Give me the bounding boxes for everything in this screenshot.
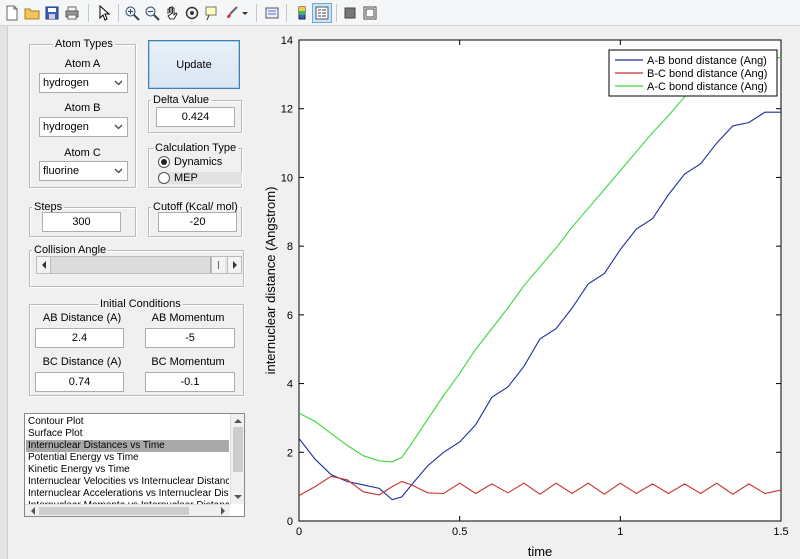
slider-right-arrow-icon[interactable] (227, 257, 241, 273)
y-tick-label: 8 (287, 241, 293, 253)
atom-b-label: Atom B (64, 102, 101, 114)
scroll-right-icon[interactable] (218, 506, 228, 516)
y-tick-label: 12 (281, 104, 293, 116)
y-axis-label: internuclear distance (Angstrom) (263, 187, 278, 375)
x-tick-label: 1.5 (773, 526, 788, 538)
colorbar-icon[interactable] (292, 3, 312, 23)
x-axis-label: time (528, 544, 553, 559)
rotate-icon[interactable] (182, 3, 202, 23)
mep-radio[interactable]: MEP (158, 172, 242, 184)
list-item[interactable]: Internuclear Accelerations vs Internucle… (26, 488, 229, 500)
scroll-left-icon[interactable] (27, 506, 37, 516)
update-button[interactable]: Update (148, 40, 240, 89)
bc-distance-label: BC Distance (A) (42, 356, 122, 368)
chevron-down-icon[interactable] (110, 74, 127, 92)
save-icon[interactable] (42, 3, 62, 23)
open-folder-icon[interactable] (22, 3, 42, 23)
dynamics-radio[interactable]: Dynamics (158, 156, 222, 168)
legend-entry-1: A-B bond distance (Ang) (647, 55, 767, 67)
atom-types-legend: Atom Types (55, 38, 113, 50)
dynamics-radio-label: Dynamics (174, 156, 223, 168)
brush-icon[interactable] (222, 3, 242, 23)
slider-track-end[interactable] (211, 257, 225, 273)
collision-angle-legend: Collision Angle (34, 244, 107, 256)
legend-box[interactable] (608, 49, 778, 97)
data-cursor-icon[interactable] (202, 3, 222, 23)
legend-entry-3: A-C bond distance (Ang) (647, 81, 767, 93)
side-strip (0, 26, 8, 559)
series-line-3 (298, 56, 782, 463)
list-item[interactable]: Contour Plot (26, 416, 229, 428)
list-item[interactable]: Surface Plot (26, 428, 229, 440)
pan-icon[interactable] (162, 3, 182, 23)
plot-axes-box (298, 39, 782, 522)
radio-selected-icon[interactable] (158, 156, 170, 168)
scroll-up-icon[interactable] (233, 415, 243, 425)
y-tick-label: 6 (287, 310, 293, 322)
ab-momentum-label: AB Momentum (151, 312, 225, 324)
atom-a-label: Atom A (64, 58, 101, 70)
atom-c-label: Atom C (64, 147, 101, 159)
ab-distance-label: AB Distance (A) (42, 312, 122, 324)
slider-thumb[interactable] (51, 257, 211, 273)
x-tick-label: 1 (617, 526, 623, 538)
radio-unselected-icon[interactable] (158, 172, 170, 184)
zoom-in-icon[interactable] (122, 3, 142, 23)
pointer-icon[interactable] (94, 3, 114, 23)
mep-radio-label: MEP (174, 172, 198, 184)
x-tick-label: 0 (296, 526, 302, 538)
scroll-down-icon[interactable] (233, 492, 243, 502)
atom-b-value: hydrogen (43, 121, 89, 133)
delta-value-input[interactable] (156, 107, 235, 127)
y-tick-label: 0 (287, 516, 293, 528)
legend-entry-2: B-C bond distance (Ang) (647, 68, 767, 80)
list-item[interactable]: Potential Energy vs Time (26, 452, 229, 464)
plot-type-listbox[interactable]: Contour Plot Surface Plot Internuclear D… (24, 413, 245, 517)
y-tick-label: 4 (287, 379, 293, 391)
atom-c-value: fluorine (43, 165, 80, 177)
legend-icon[interactable] (312, 3, 332, 23)
bc-momentum-label: BC Momentum (151, 356, 225, 368)
ab-momentum-input[interactable] (145, 328, 235, 348)
show-tools-icon[interactable] (360, 3, 380, 23)
series-line-2 (298, 475, 782, 497)
link-plot-icon[interactable] (262, 3, 282, 23)
steps-input[interactable] (42, 212, 121, 232)
y-tick-label: 10 (281, 172, 293, 184)
bc-distance-input[interactable] (35, 372, 124, 392)
list-vertical-scrollbar[interactable] (230, 414, 244, 504)
y-tick-label: 14 (281, 35, 293, 47)
print-icon[interactable] (62, 3, 82, 23)
list-item[interactable]: Kinetic Energy vs Time (26, 464, 229, 476)
hide-tools-icon[interactable] (340, 3, 360, 23)
bc-momentum-input[interactable] (145, 372, 235, 392)
zoom-out-icon[interactable] (142, 3, 162, 23)
cutoff-input[interactable] (158, 212, 237, 232)
calculation-type-legend: Calculation Type (155, 142, 237, 154)
collision-angle-slider[interactable] (36, 256, 242, 274)
y-tick-label: 2 (287, 447, 293, 459)
atom-a-value: hydrogen (43, 77, 89, 89)
new-file-icon[interactable] (2, 3, 22, 23)
atom-b-select[interactable]: hydrogen (39, 117, 128, 137)
x-tick-label: 0.5 (452, 526, 467, 538)
atom-c-select[interactable]: fluorine (39, 161, 128, 181)
horizontal-scroll-thumb[interactable] (39, 507, 189, 515)
atom-a-select[interactable]: hydrogen (39, 73, 128, 93)
vertical-scroll-thumb[interactable] (233, 427, 243, 472)
series-line-1 (298, 111, 781, 501)
ab-distance-input[interactable] (35, 328, 124, 348)
brush-dropdown-icon[interactable] (240, 3, 250, 23)
toolbar (0, 0, 800, 26)
delta-value-legend: Delta Value (153, 94, 210, 106)
list-horizontal-scrollbar[interactable] (25, 504, 230, 516)
chevron-down-icon[interactable] (110, 118, 127, 136)
list-item-selected[interactable]: Internuclear Distances vs Time (26, 440, 229, 452)
initial-conditions-legend: Initial Conditions (100, 298, 181, 310)
chevron-down-icon[interactable] (110, 162, 127, 180)
slider-left-arrow-icon[interactable] (37, 257, 51, 273)
list-item[interactable]: Internuclear Velocities vs Internuclear … (26, 476, 229, 488)
